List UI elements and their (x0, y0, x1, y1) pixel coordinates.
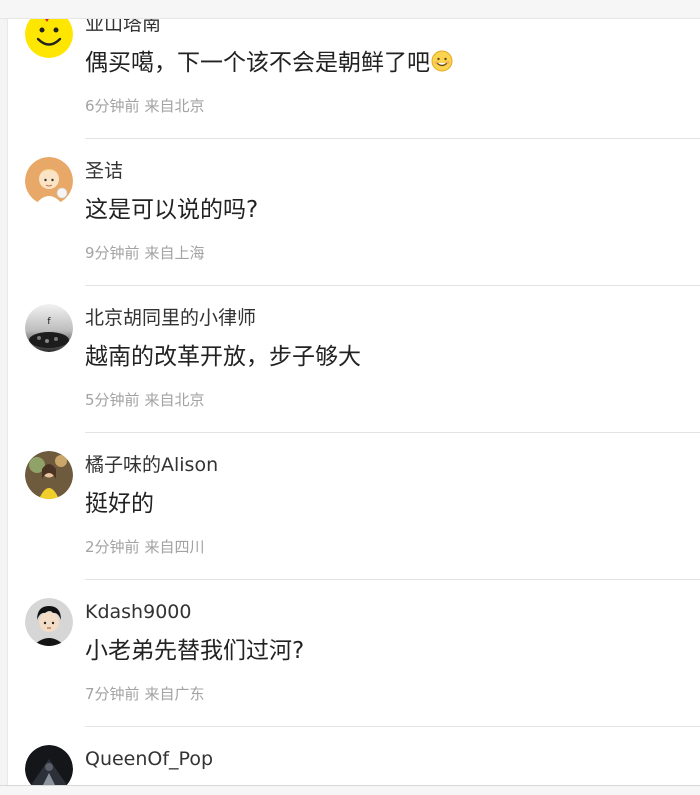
comment-text: 小老弟先替我们过河? (85, 638, 305, 664)
dark-logo-avatar-icon: f (25, 304, 73, 352)
comment-time: 9分钟前 (85, 244, 140, 262)
smile-emoji-icon (431, 50, 453, 72)
comment-list-page: 业山塔南 偶买噶，下一个该不会是朝鲜了吧 6分钟前 来自北京 圣诘 这是可以说的… (0, 0, 700, 795)
cartoon-dark-hair-avatar-icon (25, 598, 73, 646)
comment-location: 来自上海 (144, 244, 205, 262)
avatar[interactable] (25, 451, 73, 499)
comment-location: 来自广东 (144, 685, 205, 703)
comment-location: 来自北京 (144, 97, 205, 115)
comment-meta: 7分钟前 来自广东 (85, 684, 205, 704)
bottom-edge (0, 785, 700, 795)
divider (85, 138, 700, 139)
comment-text: 挺好的 (85, 491, 154, 517)
photo-person-avatar-icon (25, 451, 73, 499)
comment-time: 5分钟前 (85, 391, 140, 409)
comment-time: 2分钟前 (85, 538, 140, 556)
comment-text: 偶买噶，下一个该不会是朝鲜了吧 (85, 48, 453, 78)
divider (85, 432, 700, 433)
left-scroll-rail (0, 0, 8, 795)
avatar[interactable] (25, 598, 73, 646)
comment-text: 这是可以说的吗? (85, 197, 259, 223)
user-name[interactable]: 圣诘 (85, 159, 123, 183)
divider (85, 726, 700, 727)
comment-meta: 9分钟前 来自上海 (85, 243, 205, 263)
user-name[interactable]: QueenOf_Pop (85, 747, 213, 771)
user-name[interactable]: 北京胡同里的小律师 (85, 306, 256, 330)
divider (85, 285, 700, 286)
top-edge (0, 0, 700, 19)
comment-time: 6分钟前 (85, 97, 140, 115)
avatar[interactable]: f (25, 304, 73, 352)
comment-meta: 6分钟前 来自北京 (85, 96, 205, 116)
avatar[interactable] (25, 157, 73, 205)
comment-body: 偶买噶，下一个该不会是朝鲜了吧 (85, 50, 430, 76)
user-name[interactable]: Kdash9000 (85, 600, 191, 624)
user-name[interactable]: 橘子味的Alison (85, 453, 218, 477)
comment-meta: 2分钟前 来自四川 (85, 537, 205, 557)
comment-location: 来自四川 (144, 538, 205, 556)
comment-meta: 5分钟前 来自北京 (85, 390, 205, 410)
divider (85, 579, 700, 580)
cartoon-boy-avatar-icon (25, 157, 73, 205)
comment-location: 来自北京 (144, 391, 205, 409)
comment-time: 7分钟前 (85, 685, 140, 703)
comment-text: 越南的改革开放，步子够大 (85, 344, 361, 370)
